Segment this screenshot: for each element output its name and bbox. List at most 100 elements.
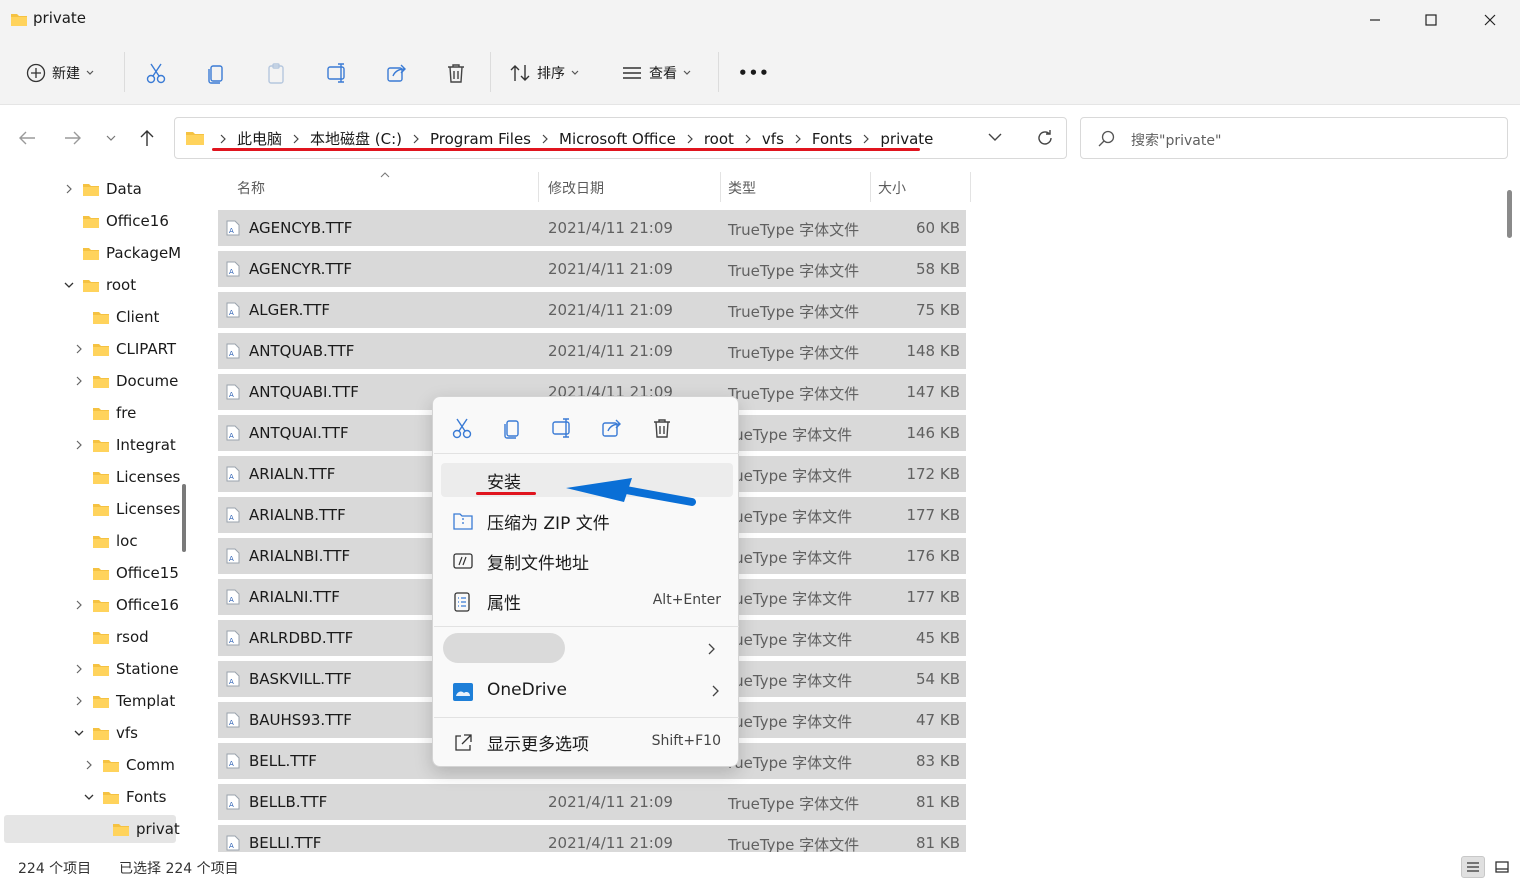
tiles-view-icon[interactable] <box>1490 856 1514 878</box>
folder-icon <box>92 342 110 357</box>
maximize-button[interactable] <box>1416 8 1446 32</box>
chevron-right-icon[interactable] <box>82 760 96 770</box>
font-file-icon: A <box>225 261 241 277</box>
nav-item[interactable]: rsod <box>72 621 149 653</box>
rename-button[interactable] <box>326 60 348 86</box>
chevron-right-icon <box>855 134 877 144</box>
cut-button[interactable] <box>146 60 166 86</box>
copy-button[interactable] <box>206 60 226 86</box>
nav-item-label: Licenses <box>116 500 181 518</box>
back-arrow-icon[interactable] <box>16 127 38 149</box>
crumb-fonts[interactable]: Fonts <box>809 130 855 148</box>
delete-button[interactable] <box>446 60 466 86</box>
nav-item[interactable]: Office15 <box>72 557 179 589</box>
chevron-down-icon[interactable] <box>82 794 96 800</box>
close-button[interactable] <box>1475 8 1505 32</box>
crumb-program-files[interactable]: Program Files <box>427 130 534 148</box>
nav-scrollbar[interactable] <box>182 484 186 552</box>
share-button[interactable] <box>386 60 408 86</box>
nav-item[interactable]: Office16 <box>72 589 179 621</box>
crumb-vfs[interactable]: vfs <box>759 130 787 148</box>
nav-item-label: Data <box>106 180 142 198</box>
column-date[interactable]: 修改日期 <box>548 178 604 198</box>
nav-item[interactable]: Fonts <box>82 781 166 813</box>
copy-icon[interactable] <box>500 417 524 439</box>
search-box[interactable]: 搜索"private" <box>1080 117 1508 159</box>
chevron-down-icon[interactable] <box>72 730 86 736</box>
chevron-right-icon[interactable] <box>72 664 86 674</box>
nav-item[interactable]: Office16 <box>62 205 169 237</box>
menu-item-onedrive[interactable]: OneDrive <box>441 675 733 709</box>
more-options-label: 显示更多选项 <box>487 735 589 755</box>
view-button[interactable]: 查看 <box>621 60 691 86</box>
folder-icon <box>92 438 110 453</box>
address-history-chevron-icon[interactable] <box>988 132 1002 142</box>
file-row[interactable]: A AGENCYR.TTF 2021/4/11 21:09 TrueType 字体文件… <box>218 251 966 287</box>
nav-item[interactable]: Licenses <box>72 493 180 525</box>
nav-item[interactable]: vfs <box>72 717 138 749</box>
crumb-private[interactable]: private <box>877 130 936 148</box>
chevron-right-icon[interactable] <box>72 376 86 386</box>
nav-item[interactable]: Data <box>62 173 142 205</box>
file-row[interactable]: A AGENCYB.TTF 2021/4/11 21:09 TrueType 字体文件… <box>218 210 966 246</box>
refresh-icon[interactable] <box>1035 128 1055 148</box>
chevron-right-icon[interactable] <box>72 440 86 450</box>
crumb-this-pc[interactable]: 此电脑 <box>234 128 285 149</box>
onedrive-label: OneDrive <box>487 680 567 700</box>
svg-text:A: A <box>229 268 234 276</box>
chevron-right-icon[interactable] <box>62 184 76 194</box>
crumb-root[interactable]: root <box>701 130 737 148</box>
file-size: 47 KB <box>916 711 960 729</box>
chevron-right-icon <box>405 134 427 144</box>
crumb-microsoft-office[interactable]: Microsoft Office <box>556 130 679 148</box>
nav-item[interactable]: Templat <box>72 685 175 717</box>
file-row[interactable]: A ALGER.TTF 2021/4/11 21:09 TrueType 字体文件 75… <box>218 292 966 328</box>
column-type[interactable]: 类型 <box>728 178 756 198</box>
minimize-button[interactable] <box>1360 8 1390 32</box>
column-name[interactable]: 名称 <box>237 178 265 198</box>
blank-menu-item-placeholder[interactable] <box>443 633 565 663</box>
share-icon[interactable] <box>600 417 624 439</box>
chevron-down-icon <box>86 70 94 76</box>
sort-button[interactable]: 排序 <box>509 60 579 86</box>
chevron-right-icon[interactable] <box>72 344 86 354</box>
chevron-right-icon[interactable] <box>72 600 86 610</box>
nav-item[interactable]: Docume <box>72 365 178 397</box>
forward-arrow-icon[interactable] <box>62 127 84 149</box>
nav-item[interactable]: root <box>62 269 136 301</box>
details-view-icon[interactable] <box>1461 856 1485 878</box>
file-name: BELLI.TTF <box>249 834 322 852</box>
file-row[interactable]: A BELLB.TTF 2021/4/11 21:09 TrueType 字体文件 81… <box>218 784 966 820</box>
file-name: ARIALNI.TTF <box>249 588 340 606</box>
paste-button[interactable] <box>266 60 286 86</box>
rename-icon[interactable] <box>550 417 574 439</box>
nav-item[interactable]: fre <box>72 397 136 429</box>
file-row[interactable]: A ANTQUAB.TTF 2021/4/11 21:09 TrueType 字体文件… <box>218 333 966 369</box>
nav-item[interactable]: Comm <box>82 749 175 781</box>
nav-item[interactable]: Licenses <box>72 461 180 493</box>
nav-item-label: loc <box>116 532 138 550</box>
nav-item[interactable]: Integrat <box>72 429 176 461</box>
cut-icon[interactable] <box>450 417 474 439</box>
up-arrow-icon[interactable] <box>136 127 158 149</box>
crumb-local-disk[interactable]: 本地磁盘 (C:) <box>307 128 405 149</box>
nav-item[interactable]: privat <box>92 813 180 845</box>
nav-item[interactable]: Statione <box>72 653 179 685</box>
file-size: 45 KB <box>916 629 960 647</box>
recent-dropdown-icon[interactable] <box>100 127 122 149</box>
column-size[interactable]: 大小 <box>878 178 906 198</box>
chevron-down-icon[interactable] <box>62 282 76 288</box>
menu-item-copy-path[interactable]: 复制文件地址 <box>441 544 733 578</box>
chevron-right-icon[interactable] <box>72 696 86 706</box>
new-button[interactable]: 新建 <box>26 60 94 86</box>
file-list-scrollbar[interactable] <box>1507 190 1512 238</box>
menu-item-properties[interactable]: 属性 Alt+Enter <box>441 584 733 618</box>
more-options-button[interactable]: ••• <box>738 60 770 86</box>
menu-item-show-more-options[interactable]: 显示更多选项 Shift+F10 <box>441 725 733 759</box>
nav-item[interactable]: Client <box>72 301 159 333</box>
nav-item[interactable]: PackageM <box>62 237 181 269</box>
nav-item[interactable]: loc <box>72 525 138 557</box>
trash-icon[interactable] <box>650 417 674 439</box>
scissors-icon <box>146 62 166 84</box>
nav-item[interactable]: CLIPART <box>72 333 176 365</box>
